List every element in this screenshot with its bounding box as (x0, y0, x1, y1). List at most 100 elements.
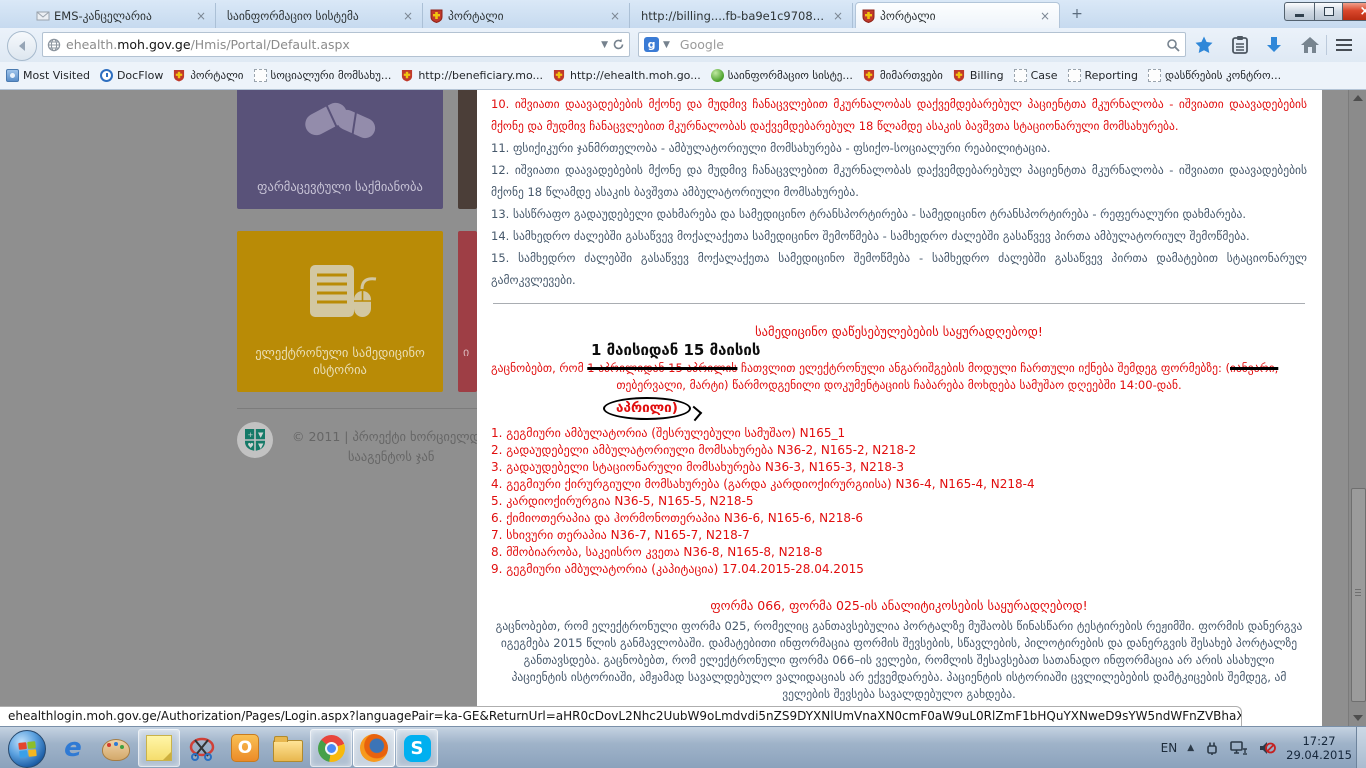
tab-billing[interactable]: http://billing....fb-ba9e1c970803 × (631, 3, 853, 28)
forms-list-item: 9. გეგმიური ამბულატორია (კაპიტაცია) 17.0… (491, 561, 1307, 578)
taskbar-ie-button[interactable]: e (52, 729, 94, 767)
taskbar-sticky-notes-button[interactable] (138, 729, 180, 767)
bookmark-docflow[interactable]: DocFlow (100, 69, 163, 82)
minimize-icon (1295, 14, 1304, 17)
svg-text:▼: ▼ (258, 431, 264, 439)
svg-text:♥: ♥ (248, 442, 254, 450)
taskbar-icons: e O S (52, 728, 439, 768)
taskbar-firefox-button[interactable] (353, 729, 395, 767)
tab-close-icon[interactable]: × (400, 9, 416, 23)
star-icon (1194, 35, 1214, 55)
muted-speaker-icon[interactable] (1258, 740, 1276, 756)
url-bar[interactable]: ehealth.moh.gov.ge/Hmis/Portal/Default.a… (42, 32, 630, 57)
date: 29.04.2015 (1286, 748, 1352, 762)
taskbar: e O S EN ▲ 17:27 (0, 726, 1366, 768)
scrollbar-up-arrow[interactable] (1349, 90, 1366, 106)
tab-title: პორტალი (444, 9, 607, 23)
notice2-heading: ფორმა 066, ფორმა 025-ის ანალიტიკოსების ს… (491, 598, 1307, 613)
search-engine-dropdown-icon[interactable]: ▼ (659, 40, 674, 50)
scrollbar-down-arrow[interactable] (1349, 710, 1366, 726)
tab-infosystem[interactable]: საინფორმაციო სისტემა × (217, 3, 423, 28)
bookmark-label: http://ehealth.moh.go... (570, 69, 701, 82)
close-button[interactable]: × (1342, 2, 1366, 21)
bookmark-portal[interactable]: პორტალი (173, 69, 243, 82)
bookmark-star-button[interactable] (1192, 33, 1216, 57)
show-desktop-button[interactable] (1356, 727, 1366, 768)
taskbar-paint-button[interactable] (95, 729, 137, 767)
downloads-button[interactable] (1262, 33, 1286, 57)
taskbar-snipping-tool-button[interactable] (181, 729, 223, 767)
new-tab-button[interactable]: + (1064, 6, 1090, 24)
notice-paragraph-line2: თებერვალი, მარტი) წარმოდგენილი დოკუმენტა… (491, 375, 1307, 395)
bookmark-label: Case (1031, 69, 1058, 82)
search-bar[interactable]: g ▼ (638, 32, 1186, 57)
menu-button[interactable] (1332, 33, 1356, 57)
bookmark-most-visited[interactable]: Most Visited (6, 69, 90, 82)
bookmark-referrals[interactable]: მიმართვები (863, 69, 943, 82)
taskbar-explorer-button[interactable] (267, 729, 309, 767)
tile-pharmacy: ფარმაცევტული საქმიანობა (237, 90, 443, 209)
copyright-text: © 2011 | პროექტი ხორციელდება (292, 429, 499, 444)
forms-list-item: 6. ქიმიოთერაპია და ჰორმონოთერაპია N36-6,… (491, 510, 1307, 527)
bookmark-billing[interactable]: Billing (953, 69, 1004, 82)
start-button[interactable] (8, 730, 46, 768)
page-scrollbar[interactable] (1348, 90, 1366, 726)
clipboard-icon (1231, 35, 1249, 55)
home-button[interactable] (1298, 33, 1322, 57)
handwritten-correction-dates: 1 მაისიდან 15 მაისის (591, 341, 1307, 359)
skype-icon: S (404, 735, 431, 762)
tab-close-icon[interactable]: × (607, 9, 623, 23)
tab-title: პორტალი (876, 9, 1037, 23)
url-text: ehealth.moh.gov.ge/Hmis/Portal/Default.a… (66, 37, 597, 52)
url-dropdown-icon[interactable]: ▼ (597, 40, 612, 50)
toolbar-separator (1326, 35, 1327, 55)
back-arrow-icon (16, 40, 28, 52)
docflow-clock-icon (100, 69, 113, 82)
forms-list-item: 1. გეგმიური ამბულატორია (შესრულებული სამ… (491, 425, 1307, 442)
list-item: 14. სამხედრო ძალებში გასაწვევ მოქალაქეთა… (491, 225, 1307, 247)
bookmark-case[interactable]: Case (1014, 69, 1058, 82)
taskbar-outlook-button[interactable]: O (224, 729, 266, 767)
bookmark-beneficiary[interactable]: http://beneficiary.mo... (401, 69, 543, 82)
forms-list-item: 5. კარდიოქირურგია N36-5, N165-5, N218-5 (491, 493, 1307, 510)
tab-close-icon[interactable]: × (1037, 9, 1053, 23)
google-icon: g (644, 37, 659, 52)
tile-partial-brown (458, 90, 477, 209)
bookmark-social-service[interactable]: სოციალური მომსახუ... (254, 69, 392, 82)
restore-icon (1324, 7, 1334, 16)
georgia-crest-icon (553, 69, 566, 82)
bookmarks-menu-button[interactable] (1228, 33, 1252, 57)
bookmark-ehealth[interactable]: http://ehealth.moh.go... (553, 69, 701, 82)
tab-close-icon[interactable]: × (193, 9, 209, 23)
tab-ems[interactable]: EMS-კანცელარია × (30, 3, 216, 28)
bookmark-reporting[interactable]: Reporting (1068, 69, 1138, 82)
tile-label: ელექტრონული სამედიცინოისტორია (237, 344, 443, 378)
forms-list-item: 4. გეგმიური ქირურგიული მომსახურება (გარდ… (491, 476, 1307, 493)
back-button[interactable] (7, 31, 37, 61)
search-magnifier-icon[interactable] (1166, 38, 1180, 52)
tab-portal-1[interactable]: პორტალი × (424, 3, 630, 28)
tile-partial-red: ი (458, 231, 477, 392)
reload-icon[interactable] (612, 38, 625, 51)
svg-text:▼: ▼ (258, 442, 264, 450)
tab-portal-active[interactable]: პორტალი × (855, 2, 1060, 28)
tray-expand-icon[interactable]: ▲ (1187, 743, 1194, 753)
language-indicator[interactable]: EN (1161, 741, 1178, 755)
struck-month: იანვარი, (1230, 361, 1278, 375)
bookmarks-bar: Most Visited DocFlow პორტალი სოციალური მ… (0, 62, 1366, 90)
bookmark-attendance[interactable]: დასწრების კონტრო... (1148, 69, 1281, 82)
bookmark-infosystem[interactable]: საინფორმაციო სისტე... (711, 69, 853, 82)
tab-close-icon[interactable]: × (830, 9, 846, 23)
search-input[interactable] (678, 36, 1166, 53)
taskbar-chrome-button[interactable] (310, 729, 352, 767)
network-icon[interactable] (1230, 740, 1248, 756)
taskbar-skype-button[interactable]: S (396, 729, 438, 767)
scrollbar-thumb[interactable] (1351, 488, 1366, 702)
restore-button[interactable] (1314, 2, 1342, 21)
clock[interactable]: 17:27 29.04.2015 (1286, 734, 1352, 762)
power-plug-icon[interactable] (1204, 740, 1220, 756)
minimize-button[interactable] (1284, 2, 1314, 21)
section-divider (493, 303, 1305, 304)
forms-list-item: 8. მშობიარობა, საკეისრო კვეთა N36-8, N16… (491, 544, 1307, 561)
green-globe-icon (711, 69, 724, 82)
